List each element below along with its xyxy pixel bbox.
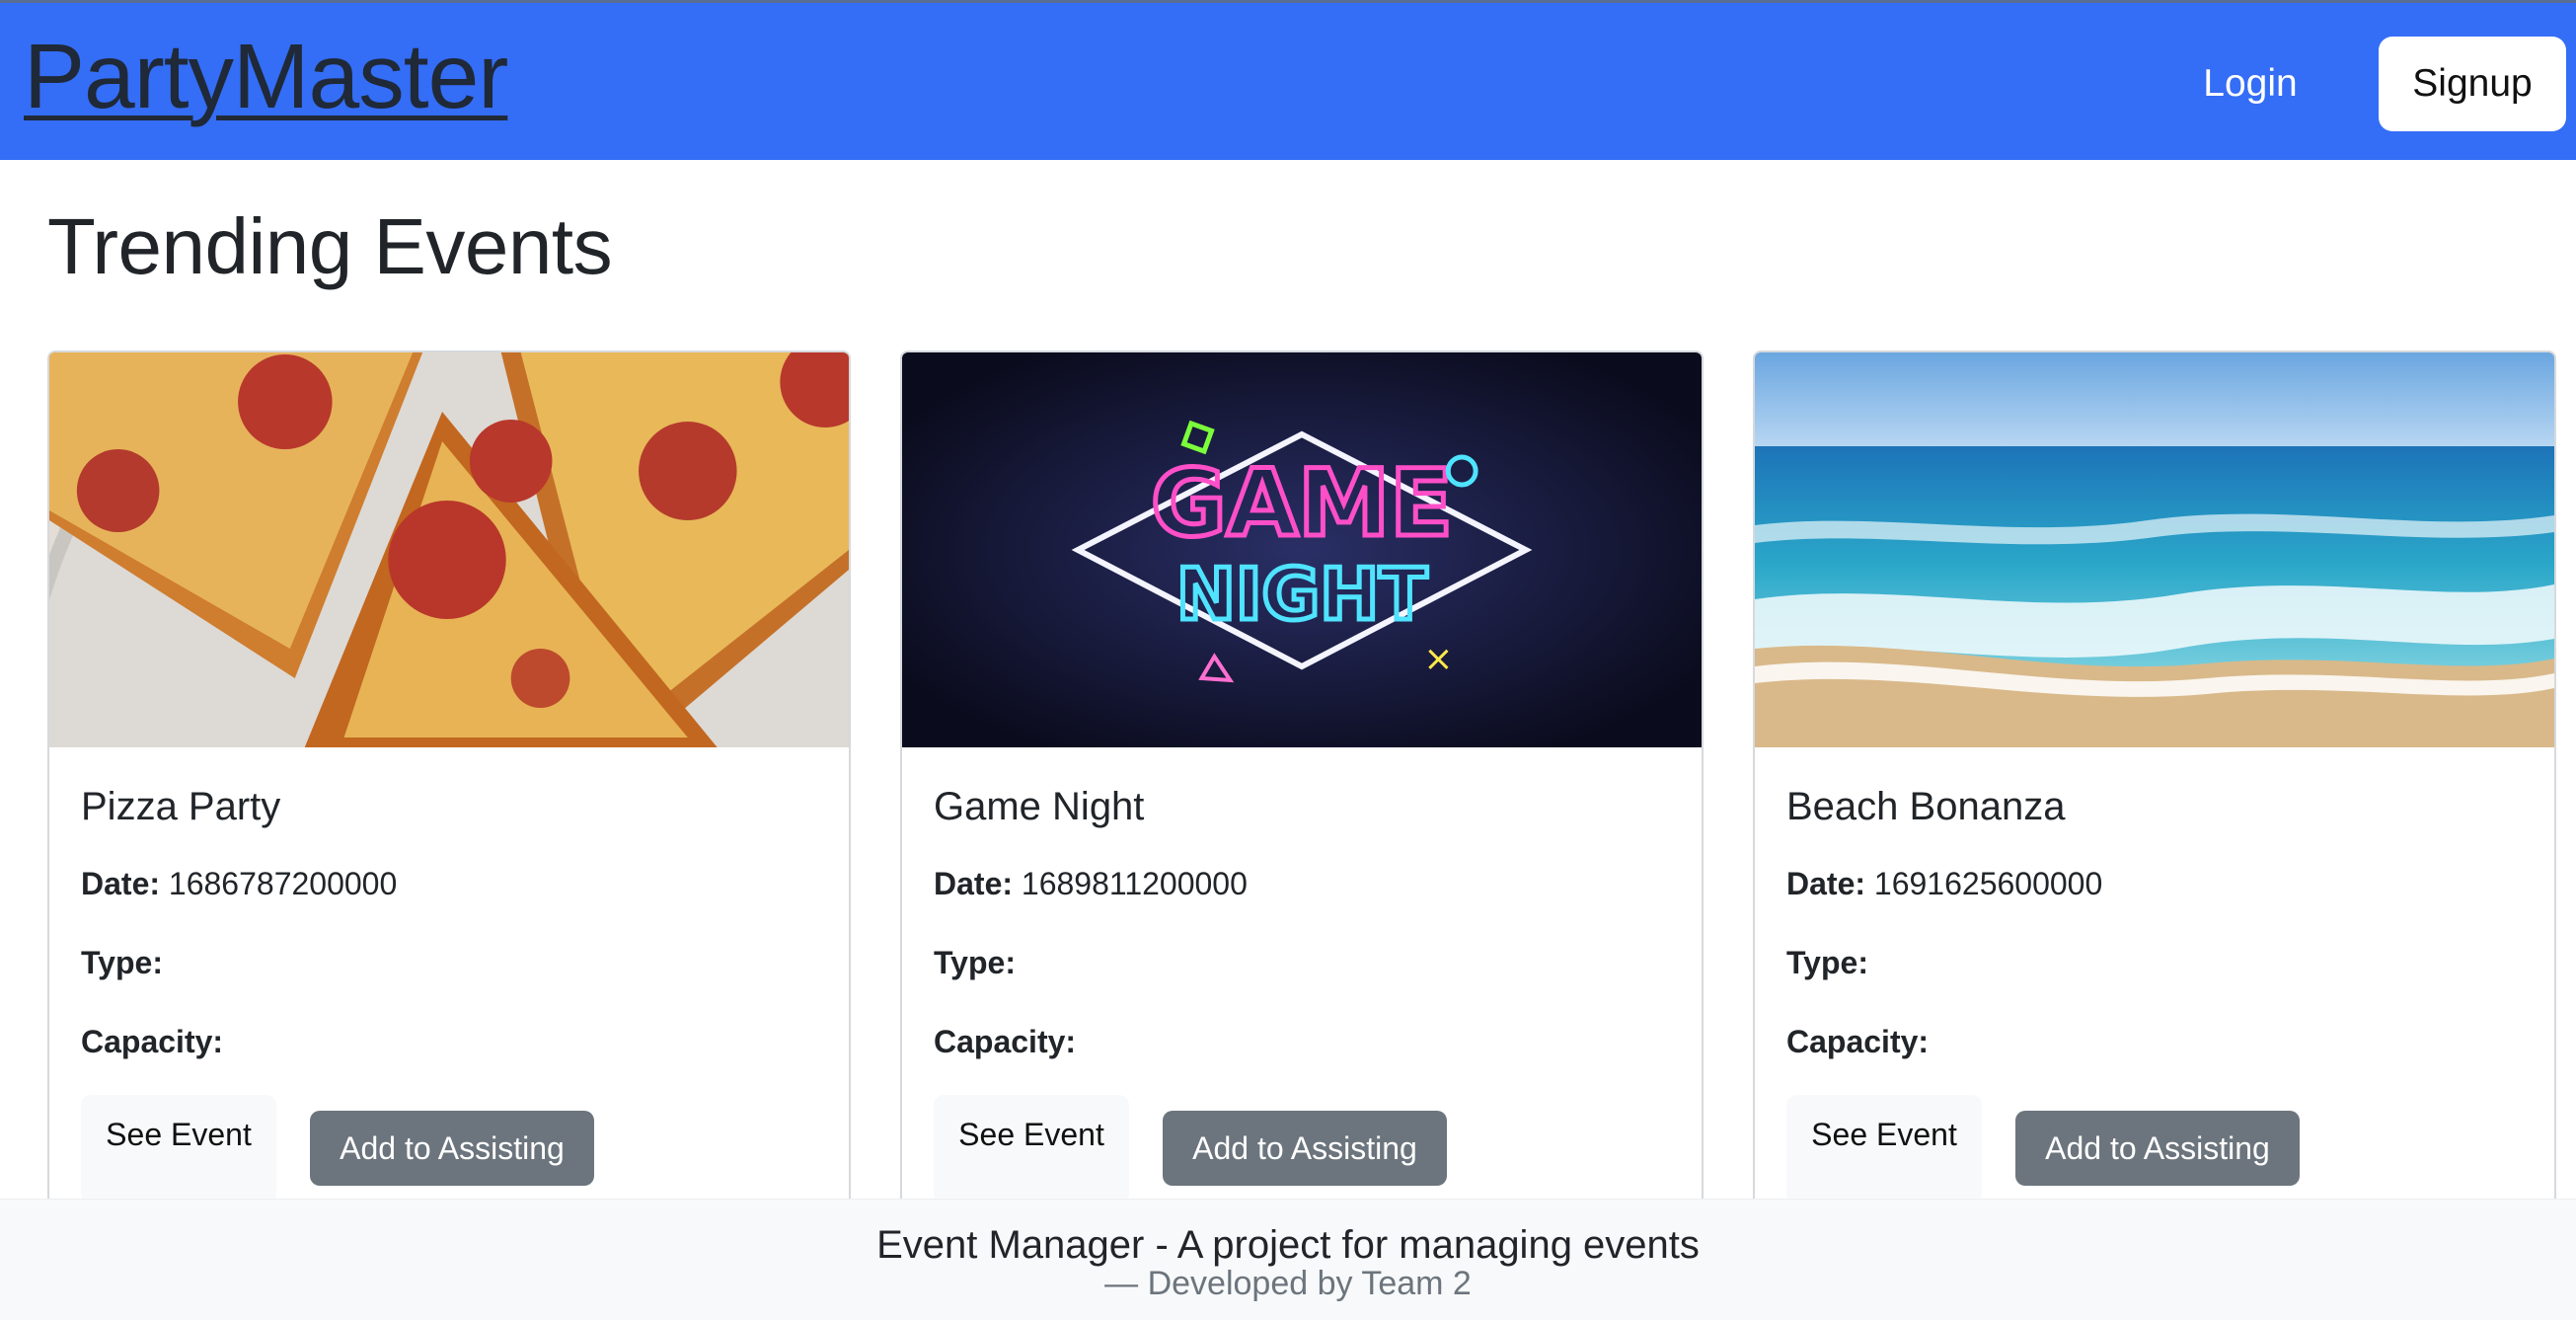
footer: Event Manager - A project for managing e… bbox=[0, 1199, 2576, 1320]
login-link[interactable]: Login bbox=[2171, 37, 2329, 131]
event-date: Date: 1689811200000 bbox=[934, 866, 1248, 902]
see-event-button[interactable]: See Event bbox=[934, 1095, 1129, 1204]
add-to-assisting-button[interactable]: Add to Assisting bbox=[310, 1111, 594, 1186]
brand-link[interactable]: PartyMaster bbox=[24, 31, 508, 122]
add-to-assisting-button[interactable]: Add to Assisting bbox=[1163, 1111, 1447, 1186]
event-title: Game Night bbox=[934, 785, 1145, 828]
event-image-beach bbox=[1755, 352, 2554, 747]
type-label: Type: bbox=[1786, 945, 1868, 980]
event-type: Type: bbox=[934, 945, 1016, 981]
event-title: Pizza Party bbox=[81, 785, 281, 828]
event-capacity: Capacity: bbox=[934, 1024, 1076, 1060]
date-value: 1689811200000 bbox=[1021, 866, 1248, 901]
svg-text:×: × bbox=[1423, 639, 1453, 679]
event-image-pizza bbox=[49, 352, 849, 747]
type-label: Type: bbox=[81, 945, 163, 980]
event-type: Type: bbox=[1786, 945, 1868, 981]
date-label: Date: bbox=[81, 866, 161, 901]
see-event-button[interactable]: See Event bbox=[81, 1095, 276, 1204]
event-card: GAME NIGHT × Game Night Date: 1689811200… bbox=[900, 350, 1704, 1239]
date-label: Date: bbox=[1786, 866, 1866, 901]
capacity-label: Capacity: bbox=[934, 1024, 1077, 1059]
event-type: Type: bbox=[81, 945, 163, 981]
type-label: Type: bbox=[934, 945, 1016, 980]
event-date: Date: 1686787200000 bbox=[81, 866, 397, 902]
capacity-label: Capacity: bbox=[1786, 1024, 1930, 1059]
navbar: PartyMaster Login Signup bbox=[0, 0, 2576, 160]
footer-credit: — Developed by Team 2 bbox=[1104, 1265, 1472, 1302]
event-title: Beach Bonanza bbox=[1786, 785, 2066, 828]
signup-button[interactable]: Signup bbox=[2379, 37, 2566, 131]
date-value: 1691625600000 bbox=[1873, 866, 2103, 901]
page-title: Trending Events bbox=[47, 202, 613, 290]
event-capacity: Capacity: bbox=[81, 1024, 223, 1060]
see-event-button[interactable]: See Event bbox=[1786, 1095, 1982, 1204]
svg-text:NIGHT: NIGHT bbox=[1176, 553, 1427, 636]
event-date: Date: 1691625600000 bbox=[1786, 866, 2102, 902]
date-value: 1686787200000 bbox=[168, 866, 398, 901]
capacity-label: Capacity: bbox=[81, 1024, 224, 1059]
event-card: Pizza Party Date: 1686787200000 Type: Ca… bbox=[47, 350, 851, 1239]
date-label: Date: bbox=[934, 866, 1014, 901]
add-to-assisting-button[interactable]: Add to Assisting bbox=[2015, 1111, 2300, 1186]
event-capacity: Capacity: bbox=[1786, 1024, 1929, 1060]
footer-title: Event Manager - A project for managing e… bbox=[876, 1223, 1700, 1267]
event-card: Beach Bonanza Date: 1691625600000 Type: … bbox=[1753, 350, 2556, 1239]
svg-text:GAME: GAME bbox=[1151, 450, 1453, 558]
event-image-game-night: GAME NIGHT × bbox=[902, 352, 1702, 747]
